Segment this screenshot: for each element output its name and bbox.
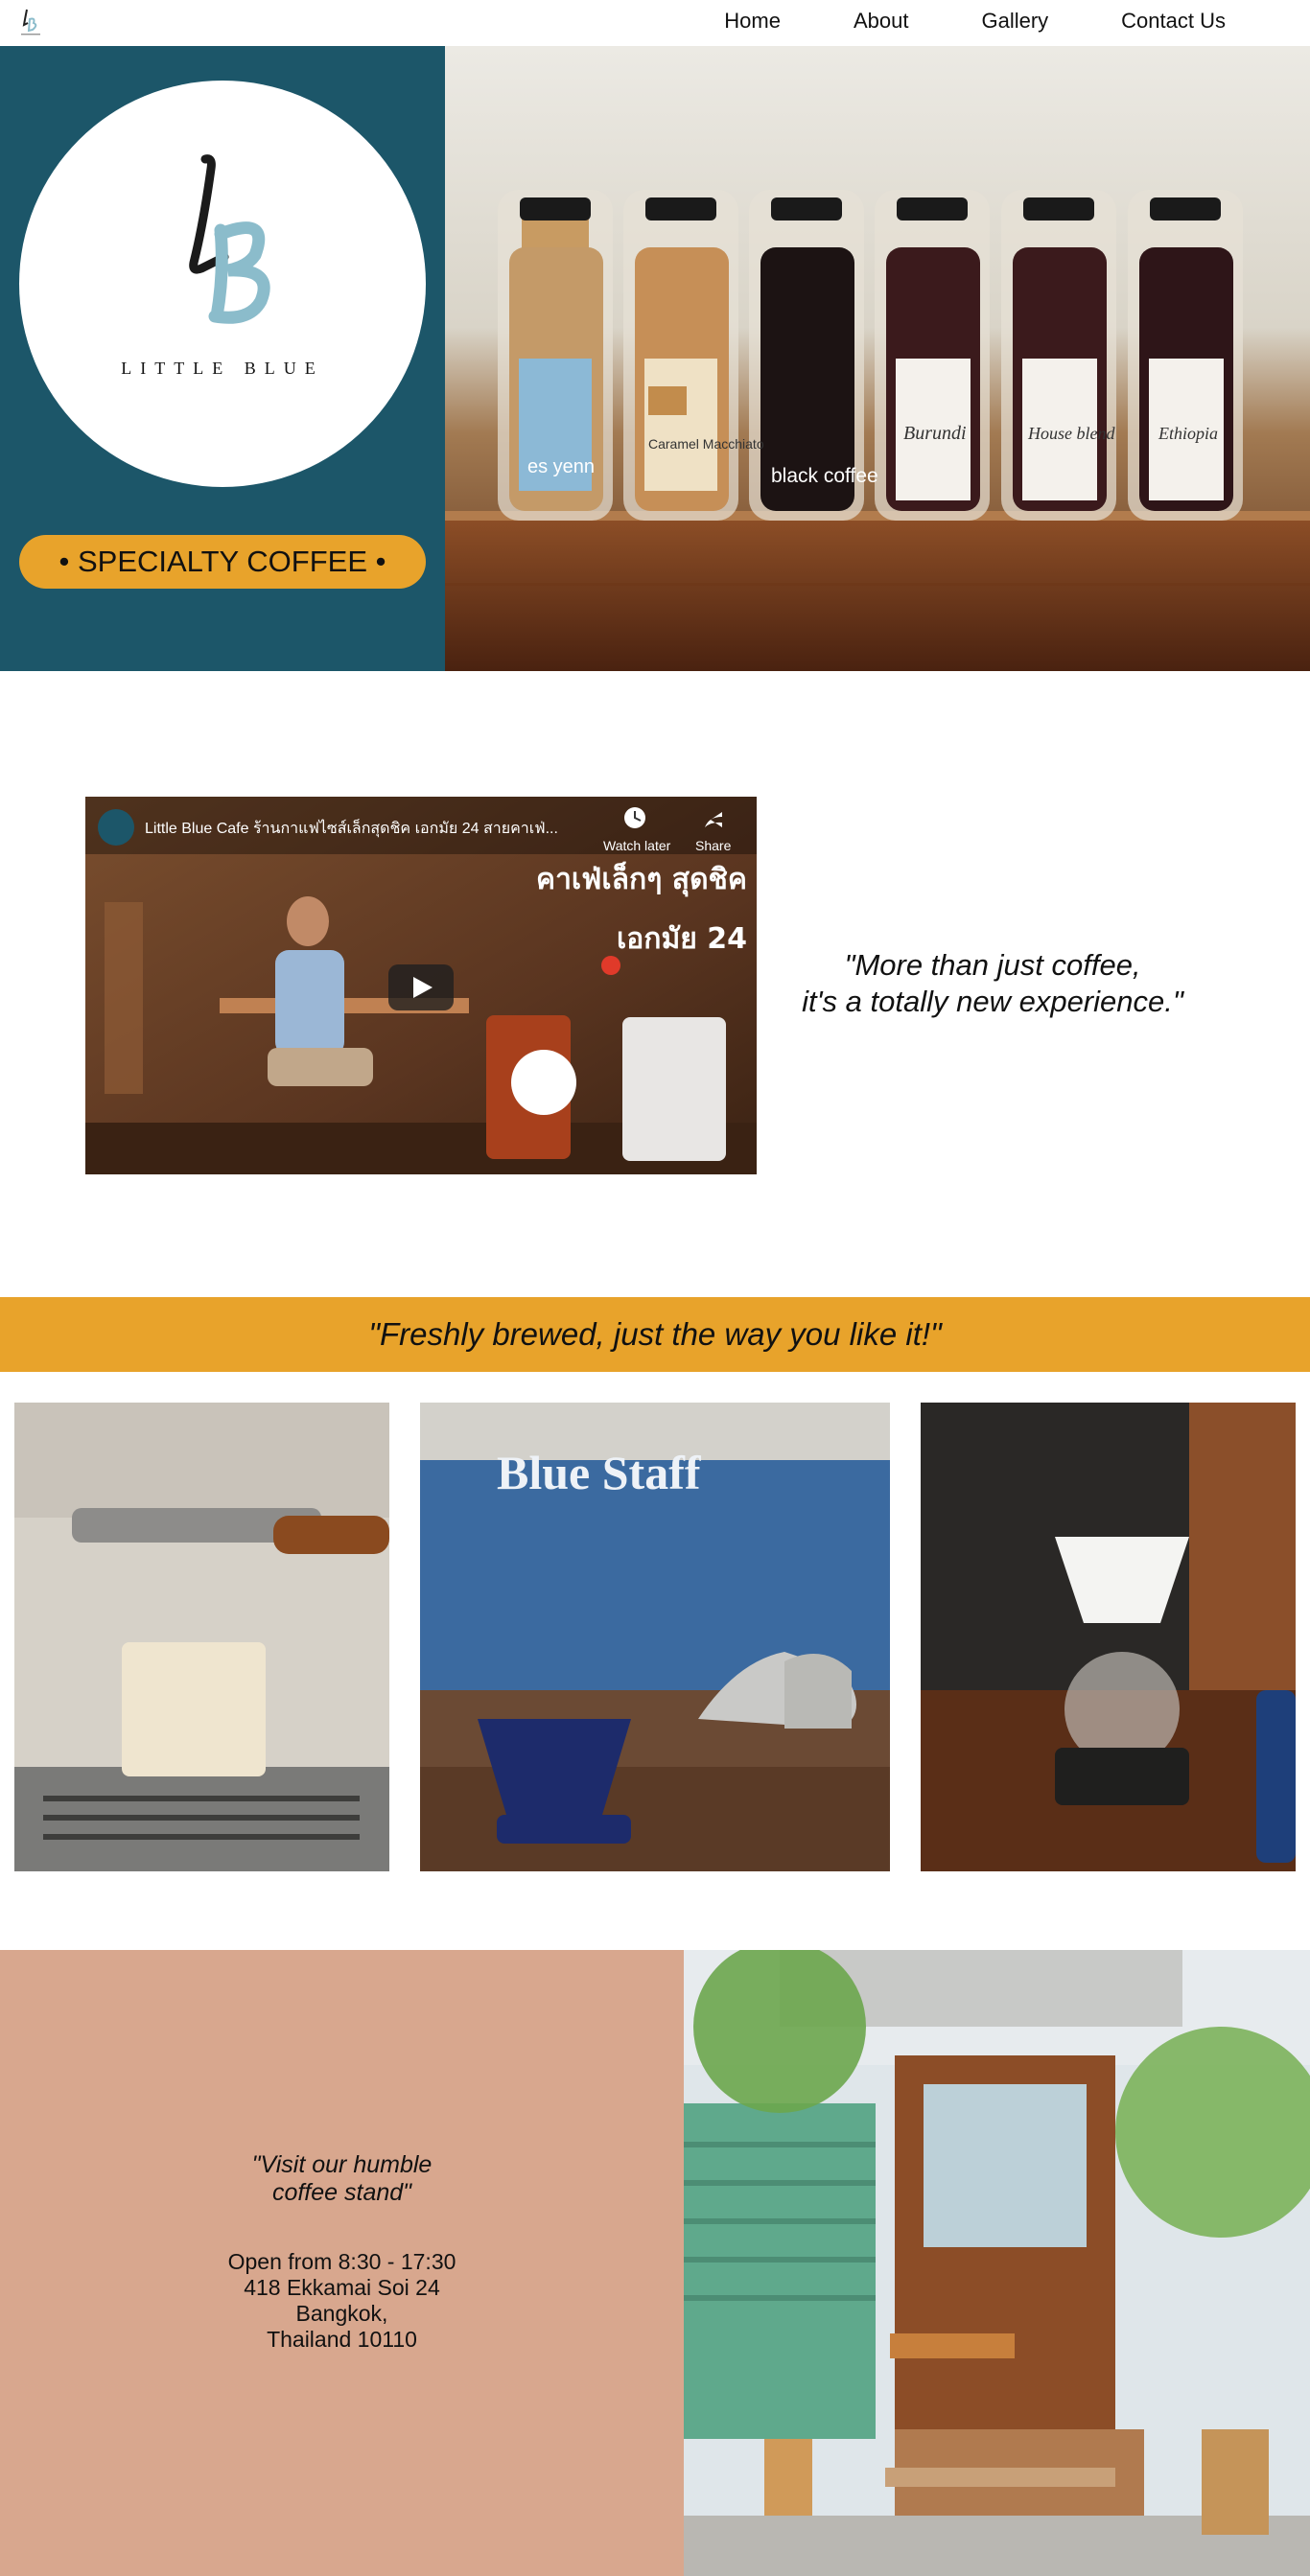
main-nav: Home About Gallery Contact Us xyxy=(688,0,1262,42)
specialty-coffee-badge: • SPECIALTY COFFEE • xyxy=(19,535,426,589)
address-line: 418 Ekkamai Soi 24 xyxy=(244,2275,440,2300)
share-label[interactable]: Share xyxy=(695,838,732,853)
channel-avatar[interactable] xyxy=(98,809,134,846)
espresso-image xyxy=(14,1403,389,1871)
nav-gallery[interactable]: Gallery xyxy=(945,9,1085,34)
youtube-video-embed[interactable]: Little Blue Cafe ร้านกาแฟไซส์เล็กสุดชิค … xyxy=(85,797,757,1174)
gallery-photo-espresso[interactable] xyxy=(14,1403,389,1871)
bottle-label: es yenn xyxy=(527,456,595,477)
address-line: Bangkok, xyxy=(295,2301,388,2326)
bottle xyxy=(623,190,738,521)
bottle-label: House blend xyxy=(1027,424,1115,443)
gallery-photo-dripper[interactable] xyxy=(921,1403,1296,1871)
visit-quote: "Visit our humble coffee stand" xyxy=(0,2151,684,2207)
bottle-label: black coffee xyxy=(771,465,878,487)
experience-quote: "More than just coffee, it's a totally n… xyxy=(767,947,1218,1020)
brand-name: LITTLE BLUE xyxy=(121,359,324,378)
bottle xyxy=(1001,190,1116,521)
pour-over-image: Blue Staff xyxy=(420,1403,890,1871)
visit-quote-line: "Visit our humble xyxy=(251,2151,433,2178)
bottle-label: Caramel Macchiato xyxy=(648,436,764,452)
bottle xyxy=(875,190,990,521)
coffee-stand-photo xyxy=(684,1950,1310,2576)
video-thumbnail: Little Blue Cafe ร้านกาแฟไซส์เล็กสุดชิค … xyxy=(85,797,757,1174)
watch-later-label[interactable]: Watch later xyxy=(603,838,671,853)
shirt-text: Blue Staff xyxy=(497,1446,702,1499)
hero-bottles-photo: es yenn Caramel Macchiato black coffee B… xyxy=(445,46,1310,671)
video-overlay-line1: คาเฟ่เล็กๆ สุดชิค xyxy=(536,861,747,897)
visit-quote-line: coffee stand" xyxy=(271,2179,412,2206)
opening-hours: Open from 8:30 - 17:30 xyxy=(227,2249,456,2274)
brand-logo: LITTLE BLUE xyxy=(19,81,426,487)
dripper-image xyxy=(921,1403,1296,1871)
freshly-brewed-banner: "Freshly brewed, just the way you like i… xyxy=(0,1297,1310,1372)
quote-line: it's a totally new experience." xyxy=(802,985,1183,1018)
nav-home[interactable]: Home xyxy=(688,9,817,34)
bottle-label: Burundi xyxy=(903,423,967,444)
quote-line: "More than just coffee, xyxy=(844,948,1141,982)
gallery-photo-pour-over[interactable]: Blue Staff xyxy=(420,1403,890,1871)
visit-info: Open from 8:30 - 17:30 418 Ekkamai Soi 2… xyxy=(0,2249,684,2353)
lb-monogram-icon xyxy=(189,154,270,324)
coffee-stand-image xyxy=(684,1950,1310,2576)
site-logo-icon[interactable] xyxy=(17,6,44,38)
video-title[interactable]: Little Blue Cafe ร้านกาแฟไซส์เล็กสุดชิค … xyxy=(145,818,558,838)
bottle xyxy=(1128,190,1243,521)
nav-contact-us[interactable]: Contact Us xyxy=(1085,9,1262,34)
address-line: Thailand 10110 xyxy=(267,2327,417,2352)
site-header: Home About Gallery Contact Us xyxy=(0,0,1310,46)
bottle-label: Ethiopia xyxy=(1158,424,1218,443)
bottles-image: es yenn Caramel Macchiato black coffee B… xyxy=(445,46,1310,671)
video-overlay-line2: เอกมัย 24 xyxy=(617,922,747,956)
nav-about[interactable]: About xyxy=(817,9,946,34)
